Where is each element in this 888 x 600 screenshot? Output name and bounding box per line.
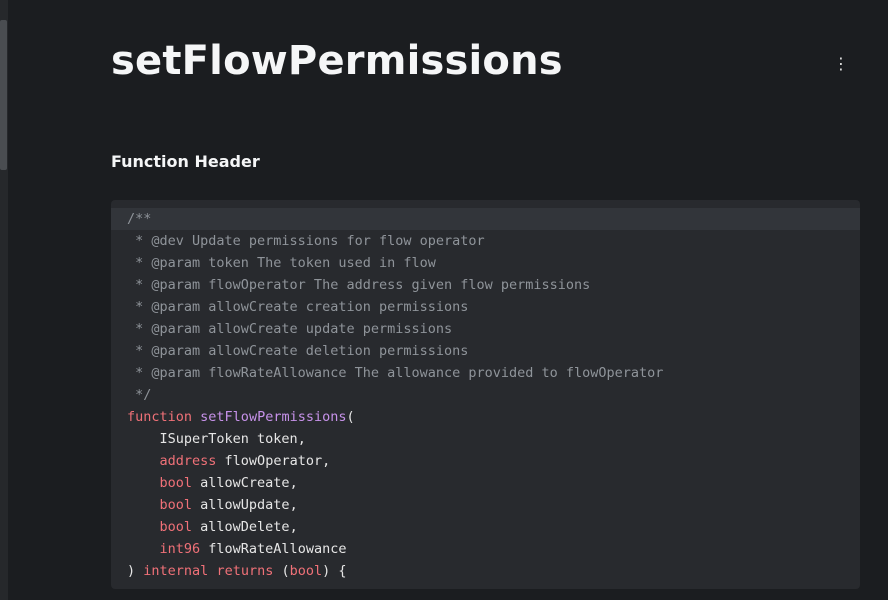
code-param-type: bool: [159, 519, 193, 535]
code-block: /** * @dev Update permissions for flow o…: [111, 200, 860, 589]
code-param-line: ISuperToken token,: [127, 428, 663, 450]
code-keyword: returns: [216, 563, 274, 579]
code-param-type: ISuperToken: [159, 431, 249, 447]
kebab-menu-icon[interactable]: ⋮: [832, 52, 850, 76]
page-title: setFlowPermissions: [111, 38, 563, 84]
code-comment-line: * @dev Update permissions for flow opera…: [127, 233, 485, 249]
code-param-type: bool: [159, 497, 193, 513]
scrollbar-thumb[interactable]: [0, 20, 7, 170]
left-rail: [0, 0, 8, 600]
code-param-line: bool allowUpdate,: [127, 494, 663, 516]
code-param-line: address flowOperator,: [127, 450, 663, 472]
code-text: /** * @dev Update permissions for flow o…: [127, 208, 663, 582]
code-comment-line: * @param allowCreate deletion permission…: [127, 343, 469, 359]
code-function-name: setFlowPermissions: [200, 409, 347, 425]
code-function-signature: function setFlowPermissions(: [127, 406, 663, 428]
code-keyword: function: [127, 409, 193, 425]
code-param-name: token,: [248, 431, 306, 447]
code-param-line: int96 flowRateAllowance: [127, 538, 663, 560]
code-comment-line: * @param allowCreate update permissions: [127, 321, 453, 337]
code-closing-line: ) internal returns (bool) {: [127, 563, 347, 579]
code-return-type: bool: [289, 563, 323, 579]
code-param-name: flowOperator,: [216, 453, 331, 469]
code-comment-line: * @param flowRateAllowance The allowance…: [127, 365, 664, 381]
code-param-type: bool: [159, 475, 193, 491]
section-heading: Function Header: [111, 152, 260, 171]
code-param-name: allowDelete,: [192, 519, 298, 535]
code-param-name: allowUpdate,: [192, 497, 298, 513]
code-keyword: internal: [143, 563, 209, 579]
code-param-type: address: [159, 453, 217, 469]
code-param-line: bool allowDelete,: [127, 516, 663, 538]
code-param-name: flowRateAllowance: [200, 541, 347, 557]
code-comment-line: /**: [127, 211, 152, 227]
code-param-type: int96: [159, 541, 201, 557]
code-param-name: allowCreate,: [192, 475, 298, 491]
code-comment-line: * @param flowOperator The address given …: [127, 277, 591, 293]
code-param-line: bool allowCreate,: [127, 472, 663, 494]
code-comment-line: * @param allowCreate creation permission…: [127, 299, 469, 315]
code-punct: (: [346, 409, 355, 425]
code-comment-line: */: [127, 387, 152, 403]
code-comment-line: * @param token The token used in flow: [127, 255, 436, 271]
